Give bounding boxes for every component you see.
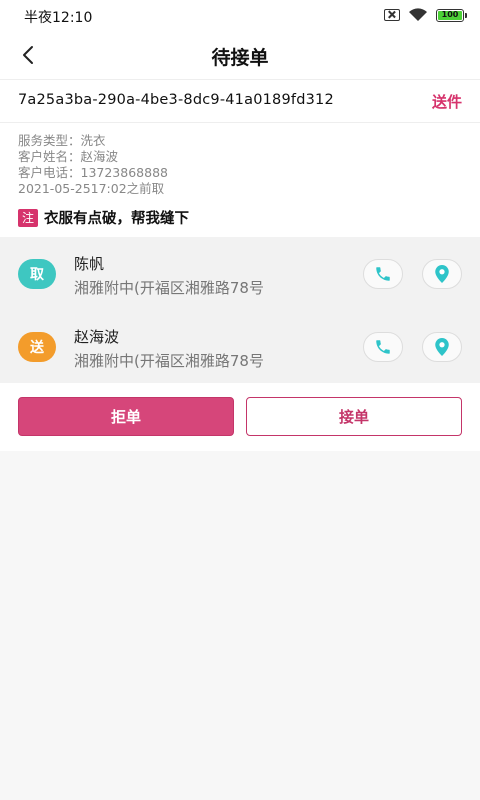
customer-name: 客户姓名：赵海波 xyxy=(18,149,119,164)
contact-row-pickup: 取 陈帆 湘雅附中(开福区湘雅路78号 xyxy=(0,237,480,310)
contact-row-delivery: 送 赵海波 湘雅附中(开福区湘雅路78号 xyxy=(0,310,480,383)
phone-icon xyxy=(376,267,390,281)
pickup-deadline: 2021-05-2517:02之前取 xyxy=(18,181,165,196)
order-info: 服务类型：洗衣 客户姓名：赵海波 客户电话：13723868888 2021-0… xyxy=(18,133,168,197)
service-type: 服务类型：洗衣 xyxy=(18,133,106,148)
role-badge-pickup: 取 xyxy=(18,259,56,289)
contact-name: 赵海波 xyxy=(74,328,120,346)
contact-address: 湘雅附中(开福区湘雅路78号 xyxy=(74,352,264,370)
note-row: 注 衣服有点破，帮我缝下 xyxy=(18,207,189,228)
navigate-button[interactable] xyxy=(422,332,462,362)
status-time: 半夜12:10 xyxy=(24,10,93,26)
wifi-icon xyxy=(409,8,427,21)
battery-level: 100 xyxy=(438,10,462,20)
reject-button[interactable]: 拒单 xyxy=(18,397,234,436)
contact-address: 湘雅附中(开福区湘雅路78号 xyxy=(74,279,264,297)
location-pin-icon xyxy=(435,338,449,356)
accept-button[interactable]: 接单 xyxy=(246,397,462,436)
customer-phone: 客户电话：13723868888 xyxy=(18,165,168,180)
page-title: 待接单 xyxy=(211,47,269,69)
contact-section: 取 陈帆 湘雅附中(开福区湘雅路78号 送 赵海波 湘雅附中(开福区湘雅路78号 xyxy=(0,237,480,383)
note-text: 衣服有点破，帮我缝下 xyxy=(44,211,189,227)
action-bar: 拒单 接单 xyxy=(0,383,480,451)
battery-icon: 100 xyxy=(436,8,467,22)
order-type-tag: 送件 xyxy=(431,93,462,111)
note-badge: 注 xyxy=(18,208,38,227)
navigate-button[interactable] xyxy=(422,259,462,289)
location-pin-icon xyxy=(435,265,449,283)
status-bar: 半夜12:10 100 xyxy=(0,0,480,30)
order-id: 7a25a3ba-290a-4be3-8dc9-41a0189fd312 xyxy=(18,92,334,108)
call-button[interactable] xyxy=(363,332,403,362)
order-id-row: 7a25a3ba-290a-4be3-8dc9-41a0189fd312 送件 xyxy=(0,80,480,123)
no-sim-icon xyxy=(384,9,400,21)
nav-bar: 待接单 xyxy=(0,30,480,80)
contact-name: 陈帆 xyxy=(74,255,105,273)
call-button[interactable] xyxy=(363,259,403,289)
role-badge-delivery: 送 xyxy=(18,332,56,362)
status-icons: 100 xyxy=(384,8,467,22)
phone-icon xyxy=(376,340,390,354)
